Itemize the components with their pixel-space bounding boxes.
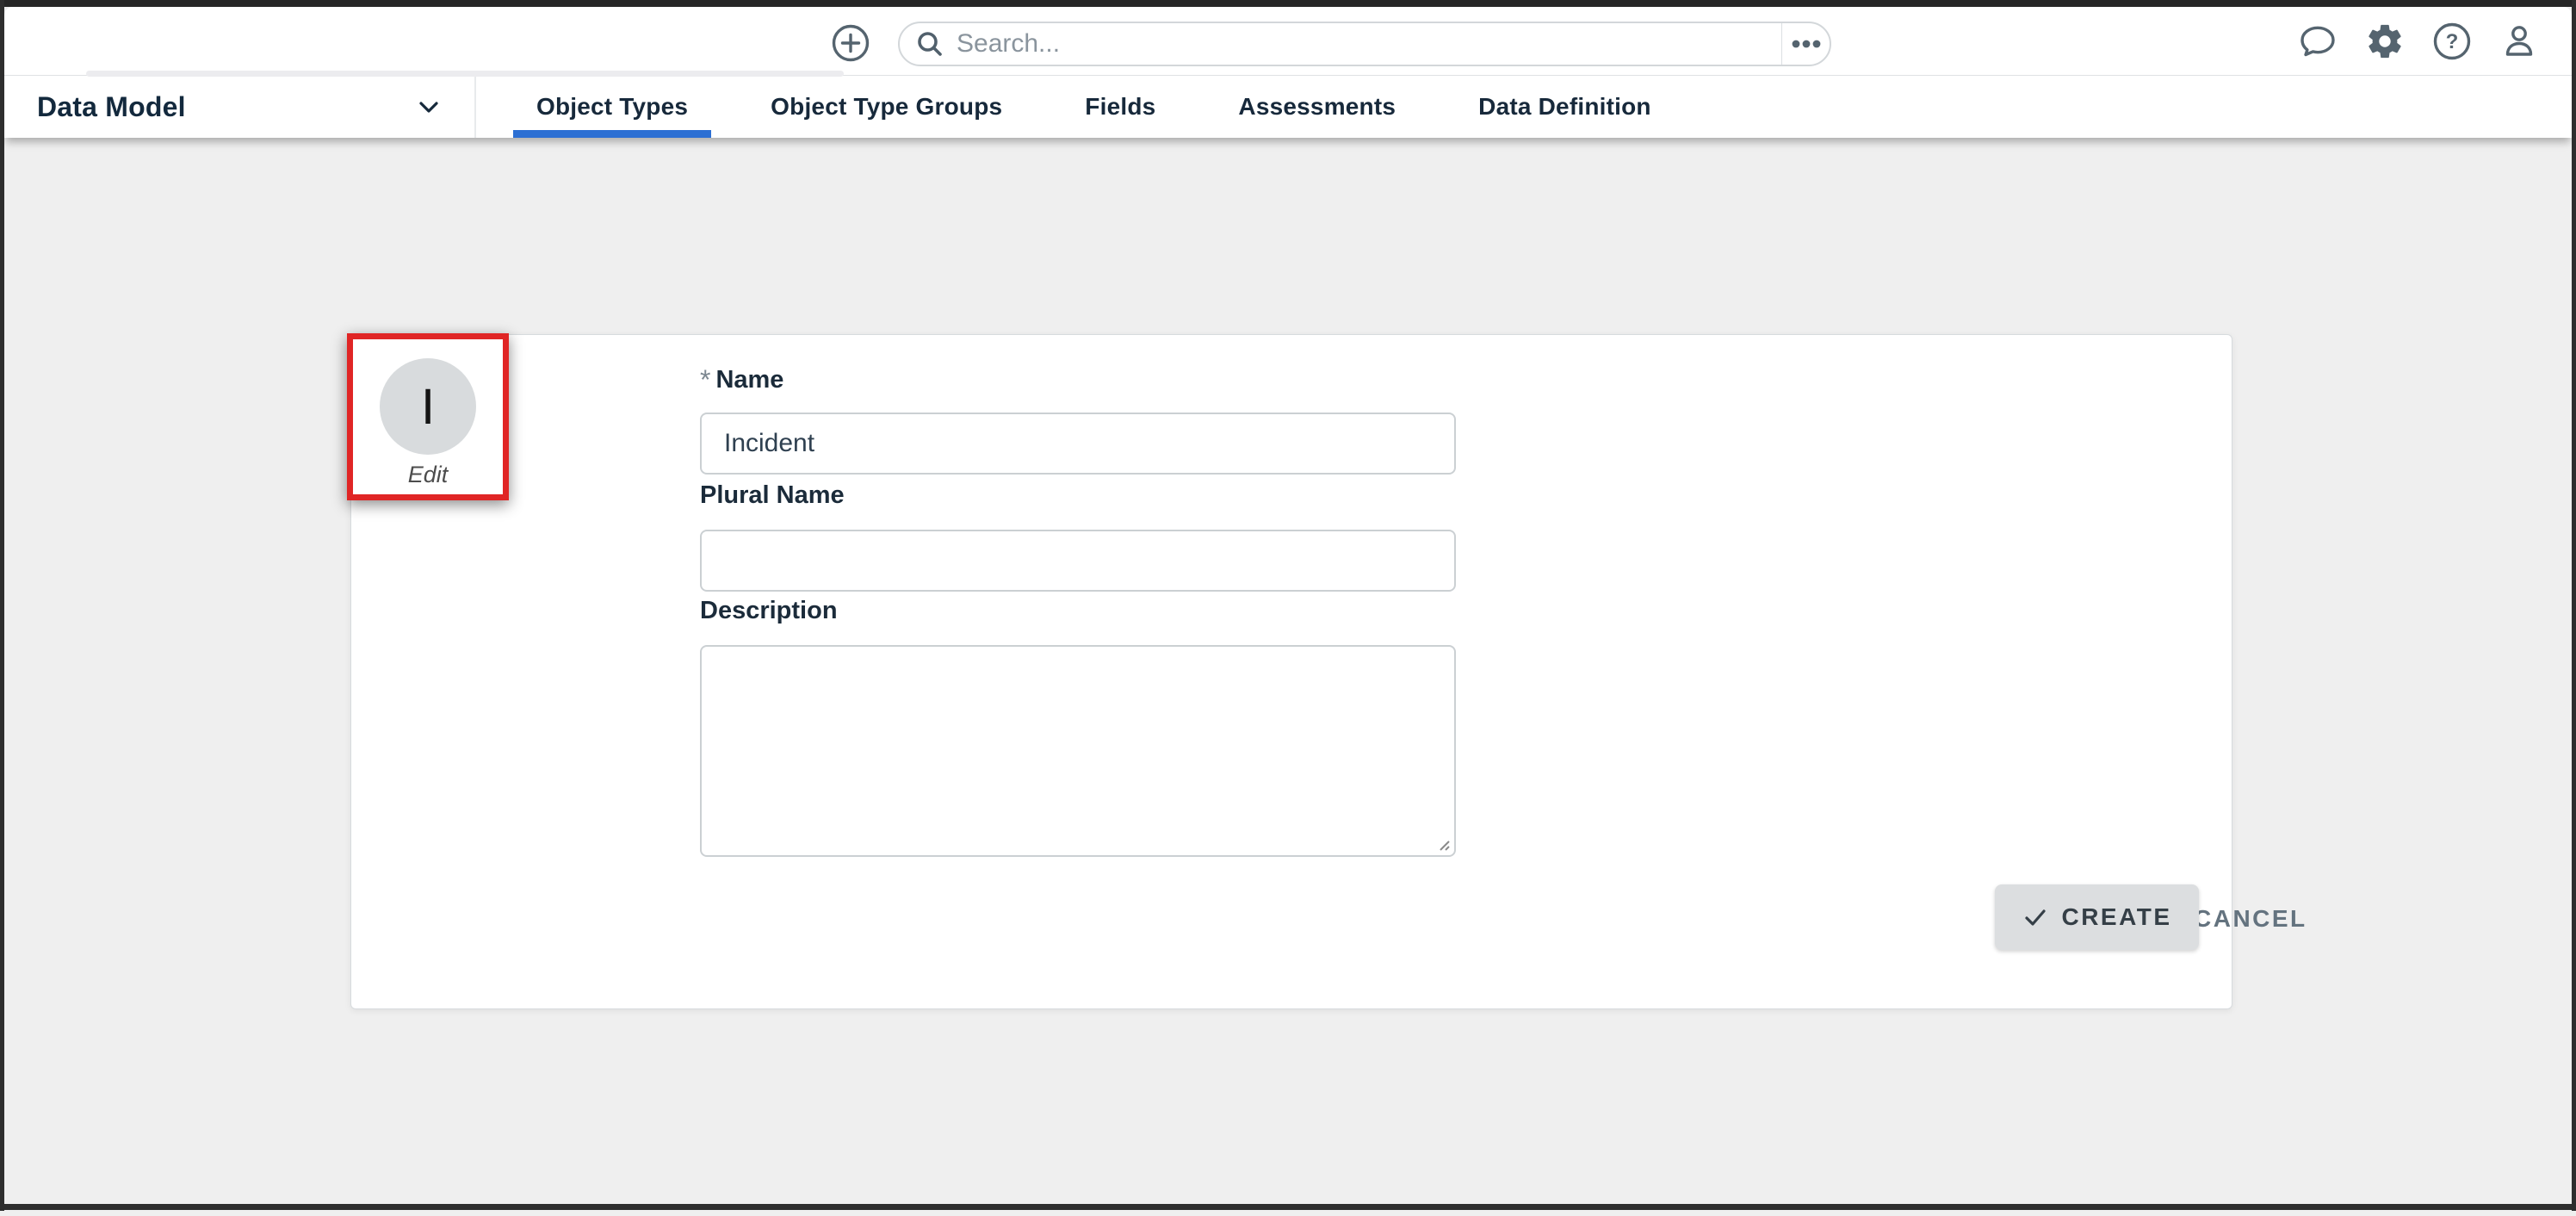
- create-button[interactable]: CREATE: [1995, 884, 2199, 950]
- search-more-button[interactable]: [1781, 23, 1830, 65]
- chevron-down-icon: [416, 94, 442, 120]
- create-object-type-card: I Edit *Name Plural Name Description: [350, 334, 2232, 1009]
- name-label-text: Name: [715, 366, 783, 394]
- person-icon: [2499, 22, 2539, 61]
- object-type-monogram[interactable]: I: [380, 358, 476, 455]
- question-circle-icon: ?: [2432, 22, 2472, 61]
- search-icon: [915, 29, 944, 59]
- chat-bubble-icon: [2298, 22, 2338, 61]
- check-icon: [2022, 903, 2049, 931]
- cancel-button[interactable]: CANCEL: [2194, 896, 2306, 941]
- add-button[interactable]: [831, 23, 870, 63]
- name-input[interactable]: [700, 413, 1456, 475]
- topbar-streak: [86, 71, 844, 77]
- required-asterisk: *: [700, 364, 710, 395]
- tab-fields[interactable]: Fields: [1085, 76, 1155, 138]
- tab-object-type-groups[interactable]: Object Type Groups: [771, 76, 1002, 138]
- name-field-label: *Name: [700, 363, 783, 394]
- help-button[interactable]: ?: [2432, 22, 2472, 61]
- plural-name-input[interactable]: [700, 530, 1456, 592]
- top-bar: ?: [4, 7, 2572, 76]
- create-button-label: CREATE: [2061, 903, 2171, 931]
- tab-data-definition[interactable]: Data Definition: [1478, 76, 1651, 138]
- window-border-right: [2572, 0, 2576, 1211]
- plural-name-field-label: Plural Name: [700, 481, 845, 510]
- svg-text:?: ?: [2446, 30, 2459, 53]
- monogram-edit-link[interactable]: Edit: [408, 462, 449, 488]
- window-border-left: [0, 0, 4, 1211]
- monogram-initial: I: [421, 378, 435, 436]
- description-field-label: Description: [700, 597, 838, 625]
- chat-button[interactable]: [2298, 22, 2338, 61]
- window-border-top: [0, 0, 2576, 7]
- user-button[interactable]: [2499, 22, 2539, 61]
- add-circle-icon: [831, 23, 870, 63]
- tab-strip: Object Types Object Type Groups Fields A…: [476, 76, 1693, 138]
- window-border-bottom: [0, 1204, 2576, 1210]
- description-textarea[interactable]: [700, 645, 1456, 857]
- module-dropdown-label: Data Model: [37, 91, 186, 123]
- nav-bar: Data Model Object Types Object Type Grou…: [4, 76, 2572, 138]
- settings-button[interactable]: [2365, 22, 2405, 61]
- app-window: ? Data Model Object Types Object Type G: [0, 0, 2576, 1216]
- search-bar: [898, 22, 1831, 66]
- content-area: Admin: Create Object Type I Edit *Name P…: [4, 138, 2572, 1204]
- topbar-icon-group: ?: [2298, 7, 2539, 76]
- ellipsis-icon: [1789, 38, 1824, 50]
- tab-assessments[interactable]: Assessments: [1238, 76, 1396, 138]
- tab-object-types[interactable]: Object Types: [536, 76, 688, 138]
- module-dropdown[interactable]: Data Model: [4, 76, 476, 138]
- gear-icon: [2365, 22, 2405, 61]
- search-input[interactable]: [944, 24, 1781, 64]
- annotation-highlight-box: I Edit: [347, 333, 509, 500]
